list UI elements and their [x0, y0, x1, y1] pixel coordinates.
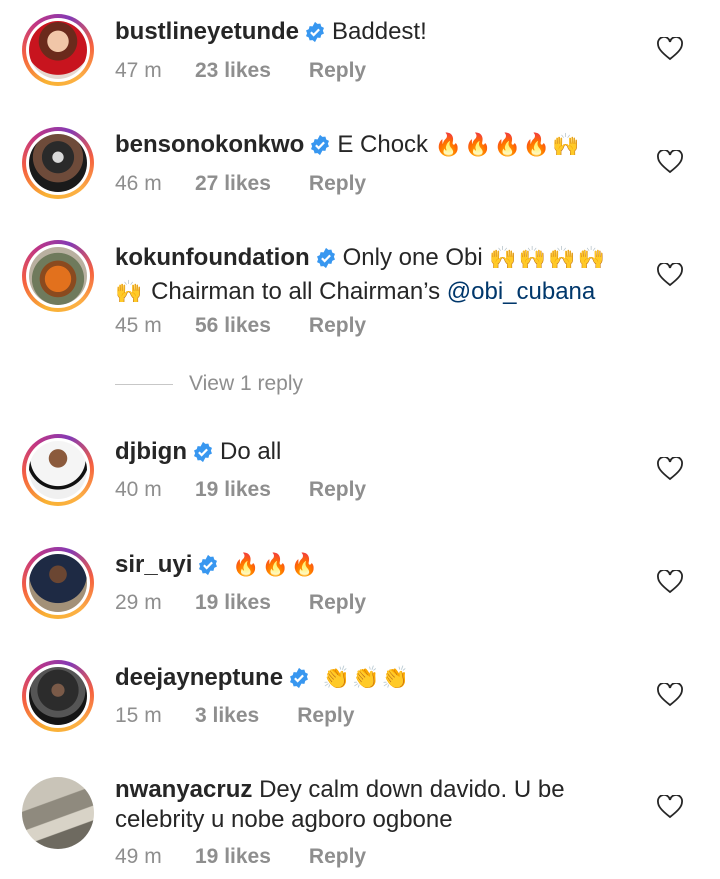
- comment-time: 29 m: [115, 591, 162, 614]
- verified-badge-icon: [309, 134, 331, 164]
- avatar[interactable]: [22, 240, 94, 312]
- comment-username[interactable]: deejayneptune: [115, 664, 283, 691]
- heart-icon[interactable]: [657, 150, 683, 174]
- comment-likes[interactable]: 56 likes: [195, 314, 271, 338]
- heart-icon[interactable]: [657, 570, 683, 594]
- reply-button[interactable]: Reply: [309, 59, 366, 83]
- heart-icon[interactable]: [657, 263, 683, 287]
- verified-badge-icon: [288, 667, 310, 697]
- comment-username[interactable]: bensonokonkwo: [115, 131, 304, 158]
- reply-button[interactable]: Reply: [309, 172, 366, 196]
- comment-text-line2: celebrity u nobe agboro ogbone: [115, 806, 453, 833]
- comment-username[interactable]: kokunfoundation: [115, 244, 310, 271]
- comment-username[interactable]: bustlineyetunde: [115, 18, 299, 45]
- comment-likes[interactable]: 27 likes: [195, 172, 271, 196]
- avatar[interactable]: [22, 777, 94, 849]
- heart-icon[interactable]: [657, 795, 683, 819]
- divider-line: [115, 383, 173, 385]
- comment-text: Baddest!: [332, 18, 427, 45]
- view-replies-button[interactable]: View 1 reply: [115, 372, 303, 396]
- heart-icon[interactable]: [657, 37, 683, 61]
- verified-badge-icon: [315, 247, 337, 277]
- comment-time: 15 m: [115, 704, 162, 727]
- reply-button[interactable]: Reply: [309, 314, 366, 338]
- comment-likes[interactable]: 19 likes: [195, 478, 271, 502]
- avatar[interactable]: [22, 660, 94, 732]
- comment-text: E Chock: [337, 131, 429, 158]
- comment-likes[interactable]: 19 likes: [195, 845, 271, 869]
- avatar[interactable]: [22, 547, 94, 619]
- verified-badge-icon: [304, 21, 326, 51]
- reply-button[interactable]: Reply: [309, 845, 366, 869]
- comment-emoji: 🔥🔥🔥: [232, 552, 321, 577]
- comment-text-line2: Chairman to all Chairman’s: [151, 278, 441, 305]
- comment-likes[interactable]: 19 likes: [195, 591, 271, 615]
- comment-text: Dey calm down davido. U be: [259, 776, 565, 803]
- reply-button[interactable]: Reply: [309, 591, 366, 615]
- avatar[interactable]: [22, 434, 94, 506]
- heart-icon[interactable]: [657, 683, 683, 707]
- comment-emoji: 🔥🔥🔥🔥🙌: [434, 132, 582, 157]
- comment-username[interactable]: djbign: [115, 438, 187, 465]
- comment-emoji: 👏👏👏: [322, 665, 411, 690]
- reply-button[interactable]: Reply: [309, 478, 366, 502]
- comment-username[interactable]: sir_uyi: [115, 551, 192, 578]
- comment-likes[interactable]: 3 likes: [195, 704, 259, 728]
- verified-badge-icon: [192, 441, 214, 471]
- avatar[interactable]: [22, 14, 94, 86]
- view-replies-label[interactable]: View 1 reply: [189, 372, 303, 395]
- comment-emoji: 🙌: [115, 279, 145, 304]
- heart-icon[interactable]: [657, 457, 683, 481]
- comment-time: 46 m: [115, 172, 162, 195]
- comment-time: 40 m: [115, 478, 162, 501]
- comment-text: Only one Obi: [342, 244, 483, 271]
- mention-link[interactable]: @obi_cubana: [447, 278, 595, 305]
- comment-text: Do all: [219, 438, 282, 465]
- avatar[interactable]: [22, 127, 94, 199]
- comment-username[interactable]: nwanyacruz: [115, 776, 252, 803]
- reply-button[interactable]: Reply: [297, 704, 354, 728]
- comment-time: 45 m: [115, 314, 162, 337]
- comment-time: 49 m: [115, 845, 162, 868]
- comment-likes[interactable]: 23 likes: [195, 59, 271, 83]
- verified-badge-icon: [197, 554, 219, 584]
- comment-time: 47 m: [115, 59, 162, 82]
- comment-emoji: 🙌🙌🙌🙌: [489, 245, 607, 270]
